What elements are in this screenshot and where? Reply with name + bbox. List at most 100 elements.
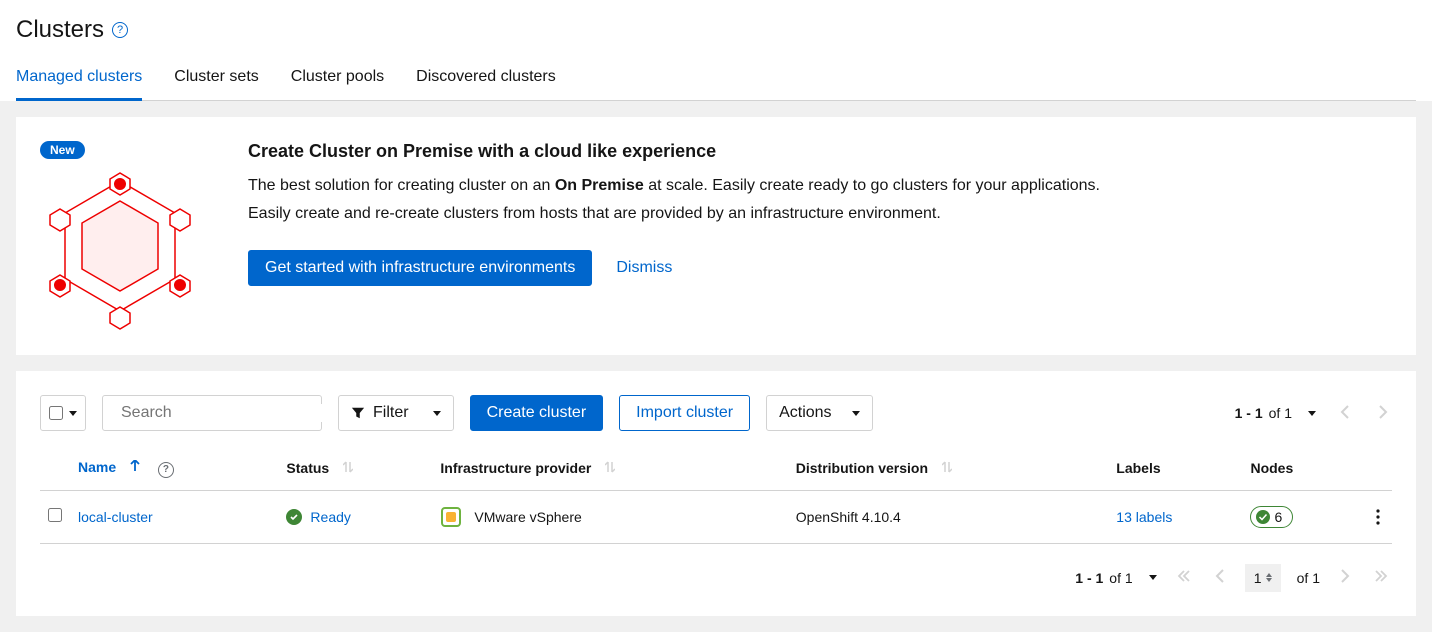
vmware-icon — [440, 506, 462, 528]
sort-icon — [343, 461, 353, 476]
filter-dropdown[interactable]: Filter — [338, 395, 454, 431]
caret-down-icon — [433, 411, 441, 416]
nodes-count: 6 — [1274, 509, 1282, 525]
table-row: local-cluster Ready — [40, 490, 1392, 543]
distribution-text: OpenShift 4.10.4 — [796, 509, 901, 525]
promo-left: New — [40, 141, 200, 331]
column-label: Distribution version — [796, 460, 928, 476]
page-next-button[interactable] — [1336, 565, 1354, 590]
promo-text-1-bold: On Premise — [555, 177, 644, 194]
page-prev-button[interactable] — [1336, 401, 1354, 426]
content-area: New Create Cluster on Premise with a — [0, 101, 1432, 632]
caret-down-icon — [1308, 411, 1316, 416]
labels-link[interactable]: 13 labels — [1116, 509, 1172, 525]
help-icon[interactable]: ? — [158, 462, 174, 478]
page-next-button[interactable] — [1374, 401, 1392, 426]
chevron-double-left-icon — [1177, 569, 1191, 583]
filter-icon — [351, 406, 365, 420]
promo-heading: Create Cluster on Premise with a cloud l… — [248, 141, 1392, 162]
bulk-select-checkbox[interactable] — [49, 406, 63, 420]
tab-discovered-clusters[interactable]: Discovered clusters — [416, 60, 556, 101]
caret-down-icon — [69, 411, 77, 416]
pagination-range-total: of 1 — [1269, 405, 1292, 421]
toolbar: Filter Create cluster Import cluster Act… — [40, 395, 1392, 431]
tab-cluster-pools[interactable]: Cluster pools — [291, 60, 384, 101]
help-icon[interactable]: ? — [112, 22, 128, 38]
check-circle-icon — [1256, 510, 1270, 524]
tab-cluster-sets[interactable]: Cluster sets — [174, 60, 258, 101]
kebab-icon — [1376, 509, 1380, 525]
caret-down-icon — [852, 411, 860, 416]
promo-text-2: Easily create and re-create clusters fro… — [248, 202, 1392, 226]
get-started-button[interactable]: Get started with infrastructure environm… — [248, 250, 592, 286]
sort-icon — [942, 461, 952, 476]
pagination-bottom: 1 - 1 of 1 1 of 1 — [40, 544, 1392, 592]
table-panel: Filter Create cluster Import cluster Act… — [16, 371, 1416, 616]
column-header-status[interactable]: Status — [278, 447, 432, 490]
create-cluster-button[interactable]: Create cluster — [470, 395, 604, 431]
badge-new: New — [40, 141, 85, 159]
pagination-range-dropdown[interactable]: 1 - 1 of 1 — [1075, 570, 1156, 586]
filter-label: Filter — [373, 404, 409, 422]
pagination-range-total: of 1 — [1109, 570, 1132, 586]
promo-card: New Create Cluster on Premise with a — [16, 117, 1416, 355]
chevron-left-icon — [1340, 405, 1350, 419]
page-of-total: of 1 — [1297, 570, 1320, 586]
column-label: Infrastructure provider — [440, 460, 591, 476]
search-box[interactable] — [102, 395, 322, 431]
promo-text-1b: at scale. Easily create ready to go clus… — [644, 177, 1100, 194]
column-label: Labels — [1116, 460, 1160, 476]
page-stepper-icon — [1266, 573, 1272, 582]
chevron-double-right-icon — [1374, 569, 1388, 583]
actions-dropdown[interactable]: Actions — [766, 395, 872, 431]
page-input[interactable]: 1 — [1245, 564, 1281, 592]
nodes-badge[interactable]: 6 — [1250, 506, 1293, 528]
promo-body: Create Cluster on Premise with a cloud l… — [248, 141, 1392, 331]
import-cluster-button[interactable]: Import cluster — [619, 395, 750, 431]
pagination-range-bold: 1 - 1 — [1235, 405, 1263, 421]
sort-asc-icon — [130, 460, 140, 475]
page-prev-button[interactable] — [1211, 565, 1229, 590]
promo-actions: Get started with infrastructure environm… — [248, 250, 1392, 286]
pagination-range-bold: 1 - 1 — [1075, 570, 1103, 586]
chevron-right-icon — [1340, 569, 1350, 583]
cluster-name-link[interactable]: local-cluster — [78, 509, 153, 525]
provider-text: VMware vSphere — [474, 509, 581, 525]
promo-text-1: The best solution for creating cluster o… — [248, 174, 1392, 198]
page-last-button[interactable] — [1370, 565, 1392, 590]
column-label: Nodes — [1250, 460, 1293, 476]
page-first-button[interactable] — [1173, 565, 1195, 590]
column-header-nodes: Nodes — [1242, 447, 1352, 490]
bulk-select-dropdown[interactable] — [40, 395, 86, 431]
cluster-illustration-icon — [40, 171, 200, 331]
clusters-table: Name ? Status Infrastructure provider — [40, 447, 1392, 544]
pagination-top: 1 - 1 of 1 — [1235, 401, 1392, 426]
provider-cell: VMware vSphere — [440, 506, 779, 528]
column-label: Name — [78, 459, 116, 475]
status-cell[interactable]: Ready — [286, 509, 424, 525]
page-title: Clusters — [16, 16, 104, 44]
pagination-range-dropdown[interactable]: 1 - 1 of 1 — [1235, 405, 1316, 421]
dismiss-button[interactable]: Dismiss — [616, 259, 672, 277]
tab-managed-clusters[interactable]: Managed clusters — [16, 60, 142, 101]
check-circle-icon — [286, 509, 302, 525]
row-actions-kebab[interactable] — [1372, 505, 1384, 529]
search-input[interactable] — [121, 404, 328, 422]
actions-label: Actions — [779, 404, 831, 422]
column-header-name[interactable]: Name ? — [70, 447, 278, 490]
page-title-row: Clusters ? — [16, 16, 1416, 44]
caret-down-icon — [1149, 575, 1157, 580]
status-text: Ready — [310, 509, 350, 525]
chevron-left-icon — [1215, 569, 1225, 583]
page-header: Clusters ? Managed clusters Cluster sets… — [0, 0, 1432, 101]
tabs: Managed clusters Cluster sets Cluster po… — [16, 60, 1416, 101]
column-header-provider[interactable]: Infrastructure provider — [432, 447, 787, 490]
column-label: Status — [286, 460, 329, 476]
page-number: 1 — [1254, 570, 1262, 586]
column-header-labels: Labels — [1108, 447, 1242, 490]
chevron-right-icon — [1378, 405, 1388, 419]
promo-text-1a: The best solution for creating cluster o… — [248, 177, 555, 194]
row-checkbox[interactable] — [48, 508, 62, 522]
column-header-distribution[interactable]: Distribution version — [788, 447, 1109, 490]
sort-icon — [605, 461, 615, 476]
